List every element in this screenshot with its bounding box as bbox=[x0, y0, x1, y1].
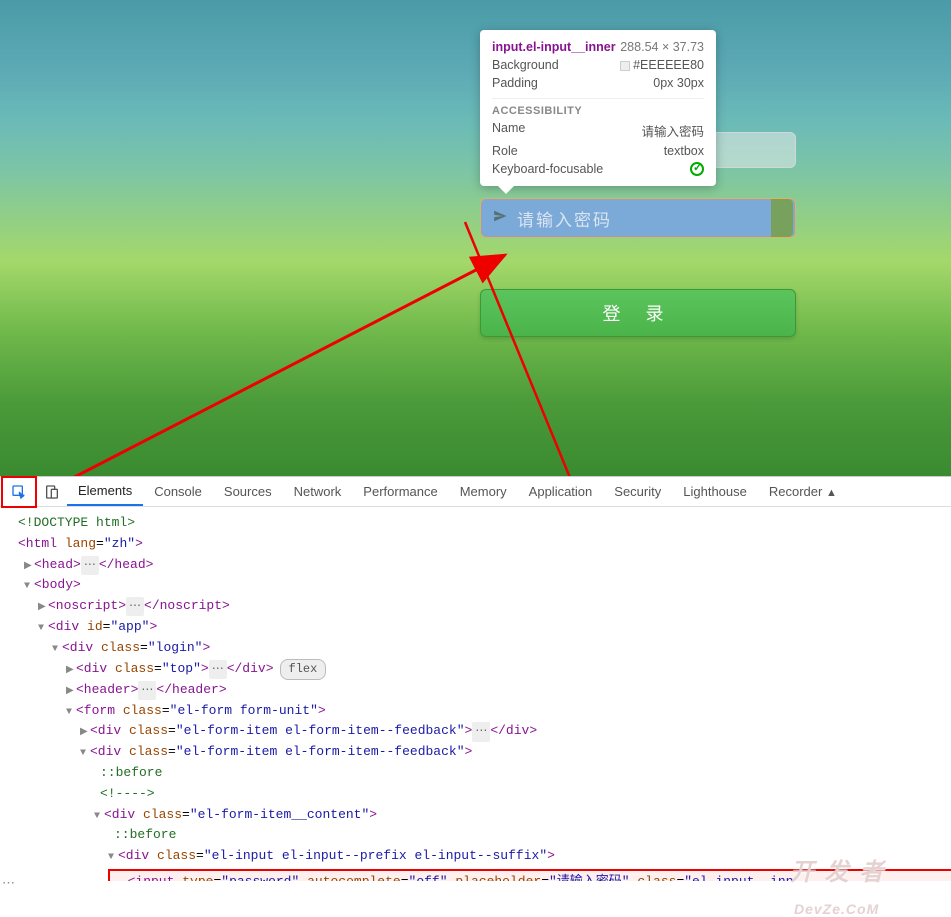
tooltip-selector: input.el-input__inner bbox=[492, 40, 616, 54]
dom-line[interactable]: ::before bbox=[4, 763, 947, 784]
page-background: 请输入密码 登 录 input.el-input__inner 288.54 ×… bbox=[0, 0, 951, 476]
dom-line[interactable]: ▼<div class="login"> bbox=[4, 638, 947, 659]
tab-recorder[interactable]: Recorder ▲ bbox=[758, 478, 848, 505]
login-button[interactable]: 登 录 bbox=[480, 289, 796, 337]
watermark: 开 发 者DevZe.CoM bbox=[790, 852, 951, 917]
dom-line[interactable]: ::before bbox=[4, 825, 947, 846]
dom-line[interactable]: ▶<div class="el-form-item el-form-item--… bbox=[4, 721, 947, 742]
tooltip-role-label: Role bbox=[492, 144, 518, 158]
more-icon[interactable]: ⋯ bbox=[2, 876, 15, 891]
dom-line[interactable]: ▼<body> bbox=[4, 575, 947, 596]
check-icon bbox=[690, 162, 704, 176]
suffix-icon bbox=[771, 199, 793, 237]
tab-application[interactable]: Application bbox=[518, 478, 604, 505]
password-placeholder: 请输入密码 bbox=[517, 206, 771, 231]
tooltip-accessibility-heading: ACCESSIBILITY bbox=[492, 105, 704, 117]
tab-console[interactable]: Console bbox=[143, 478, 213, 505]
tooltip-padding-label: Padding bbox=[492, 76, 538, 90]
tab-security[interactable]: Security bbox=[603, 478, 672, 505]
inspect-tooltip: input.el-input__inner 288.54 × 37.73 Bac… bbox=[480, 30, 716, 186]
tooltip-dimensions: 288.54 × 37.73 bbox=[620, 40, 704, 54]
dom-line[interactable]: ▶<header>⋯</header> bbox=[4, 680, 947, 701]
dom-line[interactable]: ▶<div class="top">⋯</div>flex bbox=[4, 659, 947, 680]
tooltip-bg-value: #EEEEEE80 bbox=[620, 58, 704, 72]
tab-elements[interactable]: Elements bbox=[67, 477, 143, 506]
dom-line[interactable]: ▶<head>⋯</head> bbox=[4, 555, 947, 576]
tooltip-role-value: textbox bbox=[664, 144, 704, 158]
inspect-tool-highlight bbox=[1, 476, 37, 508]
tooltip-kbd-label: Keyboard-focusable bbox=[492, 162, 603, 176]
dom-line[interactable]: <html lang="zh"> bbox=[4, 534, 947, 555]
dom-line[interactable]: ▼<form class="el-form form-unit"> bbox=[4, 701, 947, 722]
password-field[interactable]: 请输入密码 bbox=[480, 198, 796, 238]
tab-lighthouse[interactable]: Lighthouse bbox=[672, 478, 758, 505]
tab-sources[interactable]: Sources bbox=[213, 478, 283, 505]
dom-tree[interactable]: <!DOCTYPE html> <html lang="zh"> ▶<head>… bbox=[0, 507, 951, 881]
dom-line[interactable]: <!----> bbox=[4, 784, 947, 805]
tab-performance[interactable]: Performance bbox=[352, 478, 448, 505]
dom-line[interactable]: ▼<div id="app"> bbox=[4, 617, 947, 638]
login-button-label: 登 录 bbox=[602, 300, 673, 326]
send-icon bbox=[493, 209, 507, 228]
dom-line[interactable]: ▼<div class="el-form-item el-form-item--… bbox=[4, 742, 947, 763]
dom-line[interactable]: ▶<noscript>⋯</noscript> bbox=[4, 596, 947, 617]
devtools-panel: Elements Console Sources Network Perform… bbox=[0, 476, 951, 912]
tooltip-name-value: 请输入密码 bbox=[641, 121, 704, 140]
tab-network[interactable]: Network bbox=[283, 478, 353, 505]
tab-memory[interactable]: Memory bbox=[449, 478, 518, 505]
tooltip-name-label: Name bbox=[492, 121, 525, 140]
dom-line[interactable]: <!DOCTYPE html> bbox=[4, 513, 947, 534]
inspect-element-button[interactable] bbox=[5, 479, 33, 505]
tooltip-padding-value: 0px 30px bbox=[653, 76, 704, 90]
dom-line[interactable]: ▼<div class="el-form-item__content"> bbox=[4, 805, 947, 826]
tooltip-bg-label: Background bbox=[492, 58, 559, 72]
device-toggle-button[interactable] bbox=[38, 479, 66, 505]
devtools-tabs: Elements Console Sources Network Perform… bbox=[0, 477, 951, 507]
